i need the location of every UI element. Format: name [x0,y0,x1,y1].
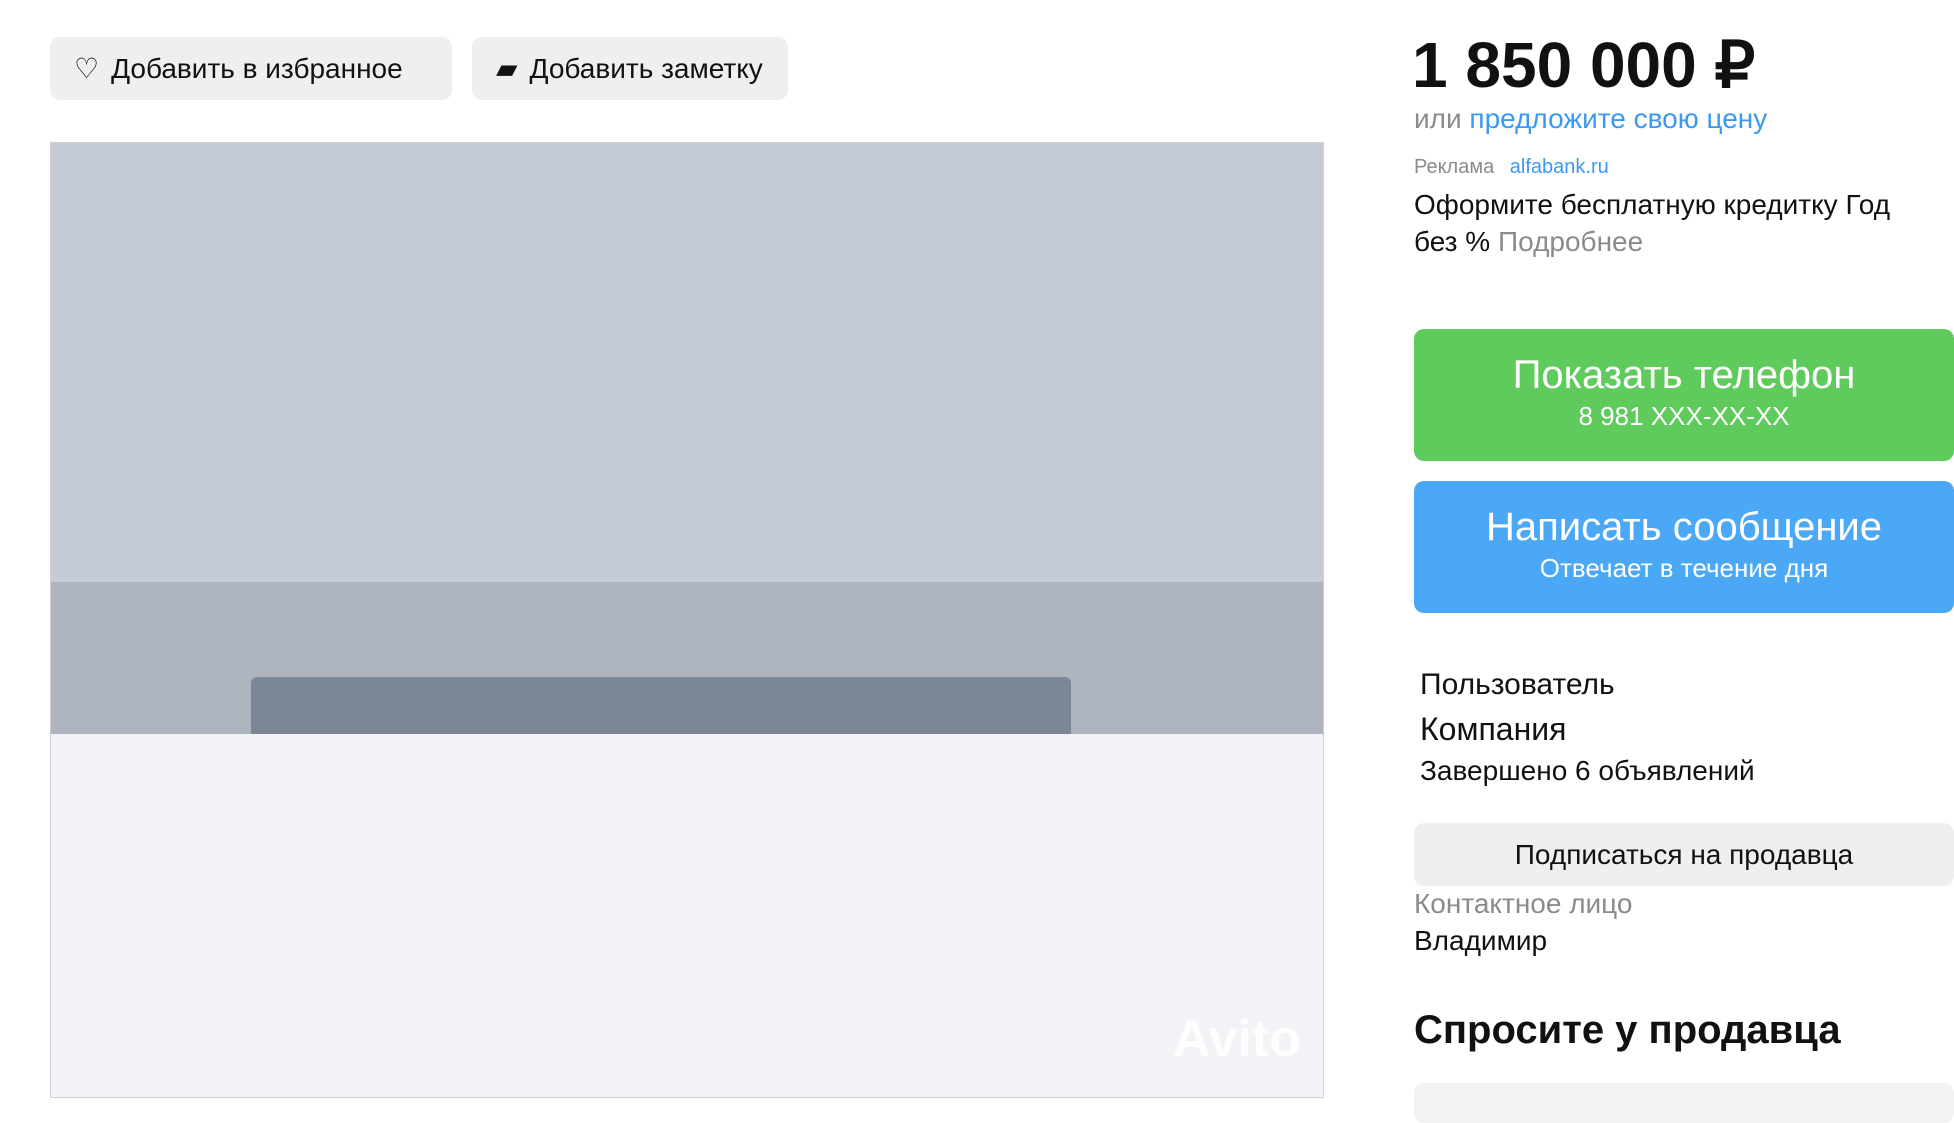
note-icon: ▰ [496,53,518,84]
ad-text-main: Оформите бесплатную кредитку Год без % [1414,189,1891,257]
avito-watermark: Avito [1172,1010,1301,1068]
phone-number-masked: 8 981 XXX-XX-XX [1578,401,1790,431]
write-message-button[interactable]: Написать сообщение Отвечает в течение дн… [1414,481,1954,613]
offer-price-row: или предложите свою цену [1414,103,1767,135]
contact-person-name: Владимир [1414,925,1548,956]
show-phone-title: Показать телефон [1512,353,1856,397]
add-note-button[interactable]: ▰ Добавить заметку [472,37,788,100]
add-to-favorites-label: Добавить в избранное [111,52,403,84]
add-note-label: Добавить заметку [529,52,763,84]
ad-more-link[interactable]: Подробнее [1498,226,1643,257]
listing-photo[interactable]: Avito [50,142,1324,1098]
ad-header: Реклама alfabank.ru [1414,156,1609,179]
write-message-title: Написать сообщение [1485,505,1882,549]
add-to-favorites-button[interactable]: ♡ Добавить в избранное [50,37,452,100]
ad-text[interactable]: Оформите бесплатную кредитку Год без % П… [1414,186,1934,260]
ask-seller-heading: Спросите у продавца [1414,1008,1841,1052]
subscribe-seller-label: Подписаться на продавца [1514,838,1854,870]
seller-type: Пользователь [1420,668,1615,701]
contact-person-label: Контактное лицо [1414,888,1633,919]
seller-name[interactable]: Компания [1420,711,1566,748]
offer-price-link[interactable]: предложите свою цену [1469,103,1767,134]
ask-seller-box[interactable] [1414,1083,1954,1123]
seller-completed-count: Завершено 6 объявлений [1420,755,1755,786]
ad-label: Реклама [1414,156,1495,178]
photo-snow [51,734,1323,1097]
offer-or: или [1414,103,1462,134]
price: 1 850 000 ₽ [1412,29,1756,101]
heart-icon: ♡ [74,53,100,84]
reply-time: Отвечает в течение дня [1539,553,1829,583]
ad-source-link[interactable]: alfabank.ru [1510,156,1609,178]
show-phone-button[interactable]: Показать телефон 8 981 XXX-XX-XX [1414,329,1954,461]
subscribe-seller-button[interactable]: Подписаться на продавца [1414,823,1954,886]
